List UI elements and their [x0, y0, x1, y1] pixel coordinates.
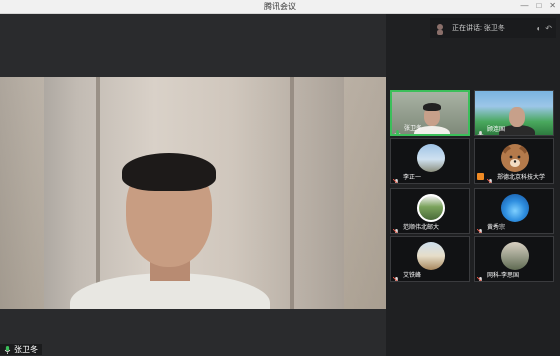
avatar — [417, 242, 445, 270]
speaker-hair — [122, 153, 216, 191]
background-panel — [344, 77, 386, 309]
participant-hair — [423, 103, 441, 111]
window-controls: — □ ✕ — [520, 1, 556, 10]
mic-muted-icon — [476, 223, 484, 233]
main-stage: 张卫冬 — [0, 14, 386, 356]
title-bar: 腾讯会议 — □ ✕ — [0, 0, 560, 14]
participant-sidebar: 正在讲话: 张卫冬 ◐ ↶ 张卫冬 顾连国 李正一 郑德北京科技大学 范顺伟北邮… — [386, 14, 560, 356]
collapse-icon[interactable]: ↶ — [545, 24, 552, 33]
participant-label: 艾铁峰 — [392, 270, 422, 281]
participant-tile[interactable]: 顾连国 — [474, 90, 554, 136]
participant-name: 艾铁峰 — [403, 273, 422, 279]
participant-tile[interactable]: 郑德北京科技大学 — [474, 138, 554, 184]
minimize-icon[interactable]: — — [520, 1, 528, 10]
avatar — [501, 194, 529, 222]
participant-name: 范顺伟北邮大 — [403, 225, 440, 231]
participant-tile[interactable]: 网科-李思国 — [474, 236, 554, 282]
participant-name: 顾连国 — [487, 127, 506, 133]
bear-avatar — [501, 144, 529, 172]
mic-muted-icon — [476, 271, 484, 281]
participant-name: 郑德北京科技大学 — [497, 175, 546, 181]
participant-name: 张卫冬 — [404, 126, 423, 132]
participant-tile[interactable]: 范顺伟北邮大 — [390, 188, 470, 234]
avatar — [417, 144, 445, 172]
participant-tile[interactable]: 张卫冬 — [390, 90, 470, 136]
user-icon — [477, 173, 484, 180]
participant-name: 网科-李思国 — [487, 273, 519, 279]
mic-muted-icon — [392, 173, 400, 183]
group-avatar — [417, 194, 445, 222]
speaking-label: 正在讲话: 张卫冬 — [452, 25, 505, 32]
sidebar-controls: ◐ ↶ — [536, 24, 556, 33]
window-title: 腾讯会议 — [264, 2, 296, 11]
participant-face — [509, 107, 525, 127]
participant-label: 李正一 — [392, 172, 422, 183]
speaker-name: 张卫冬 — [14, 345, 38, 354]
participant-tile[interactable]: 艾铁峰 — [390, 236, 470, 282]
mic-icon — [477, 125, 484, 135]
participant-tile[interactable]: 李正一 — [390, 138, 470, 184]
participant-name: 黄秀宗 — [487, 225, 506, 231]
mic-muted-icon — [392, 271, 400, 281]
participant-name: 李正一 — [403, 175, 422, 181]
speaking-indicator: 正在讲话: 张卫冬 ◐ ↶ — [430, 18, 556, 38]
background-panel — [290, 77, 294, 309]
participant-tile[interactable]: 黄秀宗 — [474, 188, 554, 234]
mic-icon — [4, 345, 11, 354]
participant-label: 郑德北京科技大学 — [477, 172, 546, 183]
layout-icon[interactable]: ◐ — [536, 24, 541, 33]
participant-label: 范顺伟北邮大 — [392, 222, 440, 233]
mic-icon — [394, 124, 401, 134]
background-panel — [0, 77, 44, 309]
avatar — [501, 242, 529, 270]
participant-label: 张卫冬 — [394, 123, 423, 134]
maximize-icon[interactable]: □ — [536, 1, 541, 10]
mic-muted-icon — [486, 173, 494, 183]
participant-label: 黄秀宗 — [476, 222, 506, 233]
close-icon[interactable]: ✕ — [549, 1, 556, 10]
speaking-icon — [434, 22, 446, 35]
participant-label: 网科-李思国 — [476, 270, 519, 281]
mic-muted-icon — [392, 223, 400, 233]
main-video[interactable] — [0, 77, 386, 309]
participant-label: 顾连国 — [477, 124, 506, 135]
background-panel — [96, 77, 100, 309]
speaker-name-tag: 张卫冬 — [0, 344, 42, 355]
